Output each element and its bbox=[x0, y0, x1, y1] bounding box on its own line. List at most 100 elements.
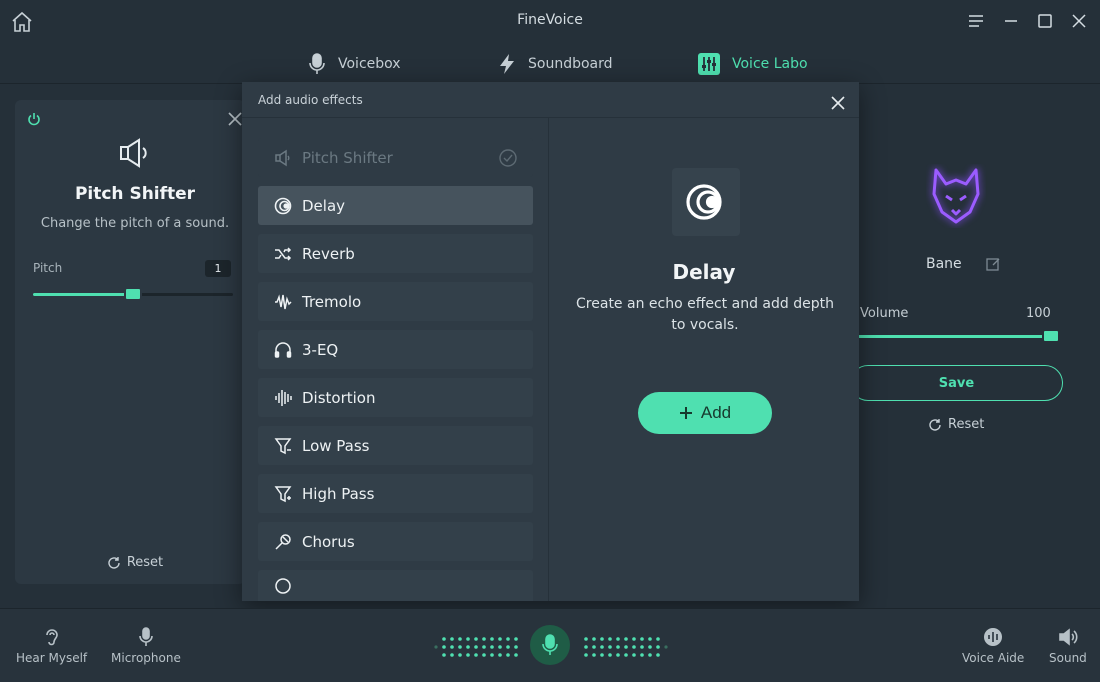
headphones-icon bbox=[274, 341, 292, 358]
effect-item-low-pass[interactable]: Low Pass bbox=[258, 426, 533, 465]
bottom-bar: Hear Myself Microphone Voice Aide Sound bbox=[0, 608, 1100, 682]
effect-label: Tremolo bbox=[302, 292, 362, 311]
voice-aide-button[interactable]: Voice Aide bbox=[962, 627, 1024, 665]
effect-label: High Pass bbox=[302, 484, 375, 503]
app-title: FineVoice bbox=[517, 12, 583, 28]
effect-label: Delay bbox=[302, 196, 346, 215]
detail-description: Create an echo effect and add depth to v… bbox=[576, 296, 834, 333]
minimize-icon[interactable] bbox=[1001, 11, 1021, 31]
menu-icon[interactable] bbox=[966, 11, 986, 31]
voice-panel: Bane Volume 100 Save Reset bbox=[850, 84, 1100, 608]
effect-item-distortion[interactable]: Distortion bbox=[258, 378, 533, 417]
effects-list: Pitch Shifter Delay Reverb Tremolo 3-EQ … bbox=[242, 118, 548, 601]
close-icon[interactable] bbox=[1069, 11, 1089, 31]
title-bar: FineVoice bbox=[0, 0, 1100, 44]
pitch-slider-fill bbox=[33, 293, 133, 296]
dialog-title: Add audio effects bbox=[258, 93, 363, 107]
sound-button[interactable]: Sound bbox=[1049, 627, 1087, 665]
effect-label: 3-EQ bbox=[302, 340, 339, 359]
waveform-icon bbox=[275, 293, 292, 309]
microphone-label: Microphone bbox=[111, 651, 181, 665]
effect-item-pitch-shifter: Pitch Shifter bbox=[258, 138, 533, 177]
effect-label: Reverb bbox=[302, 244, 355, 263]
volume-slider[interactable] bbox=[858, 329, 1060, 343]
tab-voicebox[interactable]: Voicebox bbox=[308, 52, 401, 76]
detail-title: Delay bbox=[672, 260, 736, 284]
effect-item-high-pass[interactable]: High Pass bbox=[258, 474, 533, 513]
hear-myself-button[interactable]: Hear Myself bbox=[16, 627, 87, 665]
effect-title: Pitch Shifter bbox=[74, 184, 196, 204]
effect-item-tremolo[interactable]: Tremolo bbox=[258, 282, 533, 321]
effect-label: Low Pass bbox=[302, 436, 370, 455]
filter-icon bbox=[274, 437, 292, 454]
effect-card-pitch-shifter: Pitch Shifter Change the pitch of a soun… bbox=[15, 100, 245, 584]
mic-icon bbox=[542, 634, 558, 655]
check-circle-icon bbox=[499, 149, 517, 167]
audio-level-left bbox=[434, 637, 518, 657]
shuffle-icon bbox=[275, 246, 292, 261]
effect-label: Distortion bbox=[302, 388, 376, 407]
mic-icon bbox=[139, 627, 153, 646]
maximize-icon[interactable] bbox=[1035, 11, 1055, 31]
tab-label: Voicebox bbox=[338, 56, 401, 72]
volume-label: Volume bbox=[860, 306, 909, 321]
effect-item-reverb[interactable]: Reverb bbox=[258, 234, 533, 273]
dialog-close-icon[interactable] bbox=[830, 95, 846, 111]
tab-soundboard[interactable]: Soundboard bbox=[498, 52, 613, 76]
reset-icon bbox=[108, 556, 120, 569]
voice-aide-icon bbox=[984, 628, 1003, 646]
reset-label: Reset bbox=[948, 417, 985, 432]
microphone-button[interactable]: Microphone bbox=[111, 627, 181, 665]
pitch-value[interactable]: 1 bbox=[205, 260, 231, 277]
ear-icon bbox=[45, 629, 58, 646]
save-button[interactable]: Save bbox=[850, 365, 1063, 401]
effect-label: Chorus bbox=[302, 532, 355, 551]
audio-level-right bbox=[584, 637, 668, 657]
effect-item-3-eq[interactable]: 3-EQ bbox=[258, 330, 533, 369]
voice-aide-label: Voice Aide bbox=[962, 651, 1025, 665]
effect-item-delay[interactable]: Delay bbox=[258, 186, 533, 225]
reset-button[interactable]: Reset bbox=[15, 555, 255, 570]
effect-item-chorus[interactable]: Chorus bbox=[258, 522, 533, 561]
reset-label: Reset bbox=[126, 555, 164, 570]
add-audio-effects-dialog: Add audio effects Pitch Shifter Delay Re… bbox=[242, 82, 859, 601]
voice-name: Bane bbox=[926, 256, 962, 272]
detail-icon-box bbox=[672, 168, 740, 236]
volume-slider-fill bbox=[858, 335, 1054, 338]
pitch-slider-thumb[interactable] bbox=[124, 287, 142, 301]
power-icon[interactable] bbox=[27, 112, 41, 126]
add-effect-button[interactable]: Add bbox=[638, 392, 772, 434]
reset-icon bbox=[929, 418, 941, 431]
main-tabs: Voicebox Soundboard Voice Labo bbox=[0, 44, 1100, 84]
effect-label: Pitch Shifter bbox=[302, 148, 393, 167]
partial-effect-icon bbox=[275, 577, 291, 594]
volume-value: 100 bbox=[1026, 306, 1051, 321]
close-card-icon[interactable] bbox=[227, 111, 243, 127]
volume-icon bbox=[1059, 628, 1078, 646]
volume-slider-thumb[interactable] bbox=[1042, 329, 1060, 343]
tab-voice-labo[interactable]: Voice Labo bbox=[698, 52, 808, 76]
hear-myself-label: Hear Myself bbox=[16, 651, 88, 665]
voice-reset-button[interactable]: Reset bbox=[928, 417, 984, 432]
dialog-header: Add audio effects bbox=[242, 82, 859, 118]
microphone-stand-icon bbox=[275, 533, 291, 550]
bars-icon bbox=[275, 389, 292, 406]
effect-item-partial[interactable] bbox=[258, 570, 533, 601]
lightning-icon bbox=[500, 54, 514, 74]
pitch-label: Pitch bbox=[33, 261, 63, 275]
edit-icon[interactable] bbox=[986, 257, 1000, 271]
plus-icon bbox=[679, 407, 692, 419]
speaker-icon bbox=[275, 149, 290, 166]
dialog-divider bbox=[548, 118, 549, 601]
pitch-slider[interactable] bbox=[33, 287, 233, 301]
main-mic-button[interactable] bbox=[530, 625, 570, 665]
mic-icon bbox=[309, 53, 325, 74]
delay-icon bbox=[274, 197, 292, 214]
speaker-icon bbox=[120, 138, 147, 168]
sliders-icon bbox=[698, 53, 720, 75]
wolf-avatar-icon bbox=[932, 168, 980, 224]
add-label: Add bbox=[700, 403, 732, 422]
effect-description: Change the pitch of a sound. bbox=[40, 216, 230, 231]
sound-label: Sound bbox=[1049, 651, 1087, 665]
tab-label: Voice Labo bbox=[732, 56, 808, 72]
